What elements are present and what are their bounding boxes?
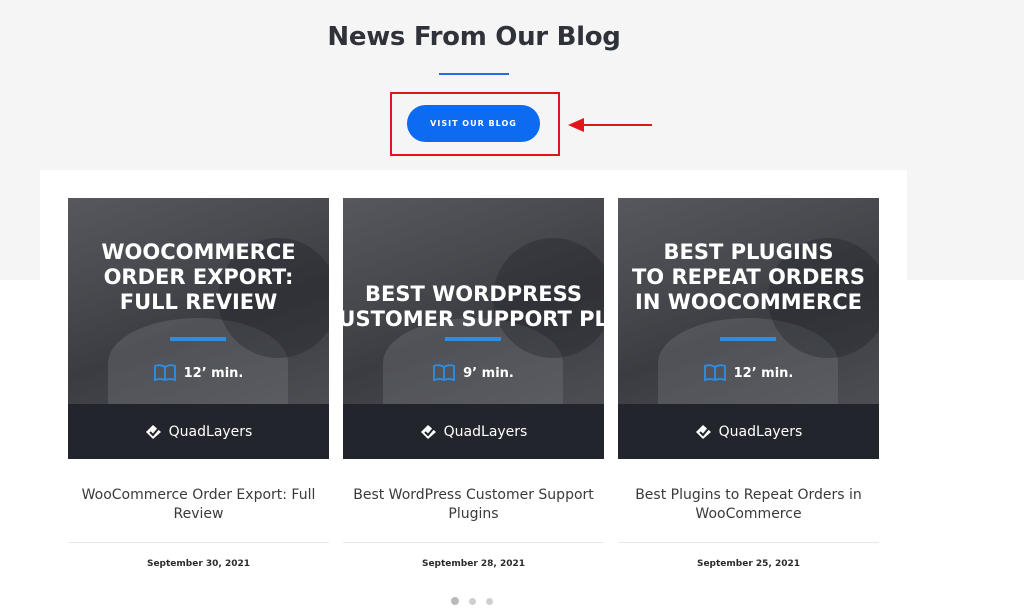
- card-divider: [343, 542, 604, 543]
- post-card[interactable]: BEST WORDPRESS CUSTOMER SUPPORT PLUGINS …: [343, 198, 604, 569]
- carousel-dot[interactable]: [451, 597, 459, 605]
- book-icon: [153, 364, 176, 382]
- read-time: 12’ min.: [68, 364, 329, 382]
- quadlayers-logo-icon: [145, 424, 161, 439]
- quadlayers-logo-icon: [695, 424, 711, 439]
- thumbnail-title: WOOCOMMERCE ORDER EXPORT: FULL REVIEW: [101, 240, 296, 314]
- brand-strip: QuadLayers: [68, 404, 329, 459]
- visit-blog-button[interactable]: VISIT OUR BLOG: [407, 105, 540, 142]
- book-icon: [433, 364, 456, 382]
- read-time: 9’ min.: [343, 364, 604, 382]
- thumbnail-divider: [445, 337, 501, 341]
- brand-name: QuadLayers: [718, 423, 803, 440]
- post-thumbnail[interactable]: BEST PLUGINS TO REPEAT ORDERS IN WOOCOMM…: [618, 198, 879, 459]
- brand-name: QuadLayers: [168, 423, 253, 440]
- post-date: September 25, 2021: [696, 559, 801, 569]
- thumbnail-divider: [720, 337, 776, 341]
- post-date: September 30, 2021: [146, 559, 251, 569]
- read-time-text: 9’ min.: [463, 365, 514, 381]
- heading-underline: [439, 73, 509, 75]
- post-date: September 28, 2021: [421, 559, 526, 569]
- card-divider: [68, 542, 329, 543]
- thumbnail-title: BEST PLUGINS TO REPEAT ORDERS IN WOOCOMM…: [631, 240, 866, 314]
- read-time: 12’ min.: [618, 364, 879, 382]
- read-time-text: 12’ min.: [733, 365, 794, 381]
- post-thumbnail[interactable]: WOOCOMMERCE ORDER EXPORT: FULL REVIEW 12…: [68, 198, 329, 459]
- post-thumbnail[interactable]: BEST WORDPRESS CUSTOMER SUPPORT PLUGINS …: [343, 198, 604, 459]
- thumbnail-divider: [170, 337, 226, 341]
- brand-strip: QuadLayers: [343, 404, 604, 459]
- thumbnail-title: BEST WORDPRESS CUSTOMER SUPPORT PLUGINS: [343, 282, 604, 331]
- carousel-pagination: [451, 597, 493, 605]
- brand-name: QuadLayers: [443, 423, 528, 440]
- blog-section: News From Our Blog VISIT OUR BLOG WOOCOM…: [0, 0, 1024, 616]
- post-title-link[interactable]: Best Plugins to Repeat Orders in WooComm…: [618, 486, 879, 538]
- book-icon: [703, 364, 726, 382]
- carousel-dot[interactable]: [469, 597, 476, 605]
- read-time-text: 12’ min.: [183, 365, 244, 381]
- annotation-arrow-icon: [568, 118, 652, 132]
- carousel-dot[interactable]: [486, 597, 493, 605]
- post-card[interactable]: WOOCOMMERCE ORDER EXPORT: FULL REVIEW 12…: [68, 198, 329, 569]
- post-card[interactable]: BEST PLUGINS TO REPEAT ORDERS IN WOOCOMM…: [618, 198, 879, 569]
- post-title-link[interactable]: Best WordPress Customer Support Plugins: [343, 486, 604, 538]
- card-divider: [618, 542, 879, 543]
- post-title-link[interactable]: WooCommerce Order Export: Full Review: [68, 486, 329, 538]
- quadlayers-logo-icon: [420, 424, 436, 439]
- section-heading: News From Our Blog: [327, 22, 621, 52]
- brand-strip: QuadLayers: [618, 404, 879, 459]
